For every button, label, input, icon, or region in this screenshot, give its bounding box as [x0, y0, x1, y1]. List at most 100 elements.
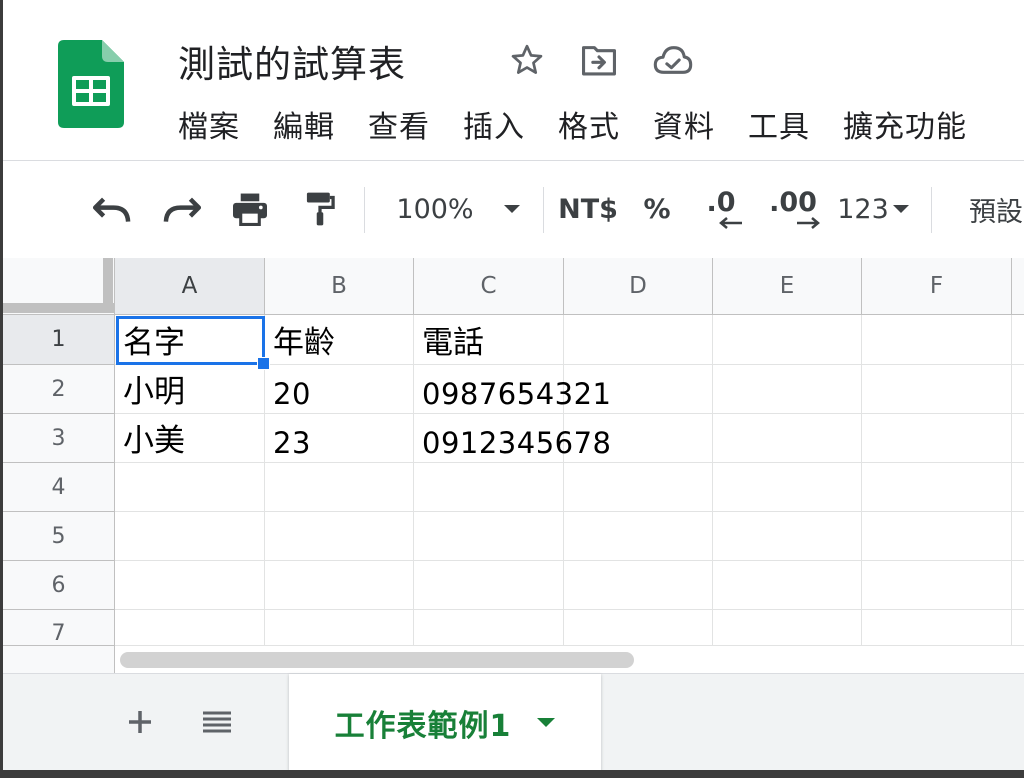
cell-g5[interactable]: [1012, 512, 1024, 561]
cell-f1[interactable]: [862, 315, 1012, 365]
cell-c2[interactable]: 0987654321: [414, 365, 611, 414]
cell-d1[interactable]: [564, 315, 713, 365]
cell-d6[interactable]: [564, 561, 713, 610]
scrollbar-gutter: [3, 645, 115, 673]
menu-format[interactable]: 格式: [558, 106, 620, 150]
cell-b3[interactable]: 23: [265, 414, 414, 463]
chevron-down-icon[interactable]: [537, 718, 556, 727]
row-header-1[interactable]: 1: [3, 315, 115, 365]
cell-c7[interactable]: [414, 610, 564, 646]
cell-e2[interactable]: [713, 365, 862, 414]
cell-g6[interactable]: [1012, 561, 1024, 610]
cell-a6[interactable]: [115, 561, 265, 610]
cell-e4[interactable]: [713, 463, 862, 512]
sheet-tab-active[interactable]: 工作表範例1: [289, 674, 601, 770]
undo-icon[interactable]: [89, 183, 135, 235]
menu-data[interactable]: 資料: [653, 106, 715, 150]
percent-format-button[interactable]: %: [639, 183, 675, 235]
zoom-select[interactable]: 100%: [383, 183, 533, 235]
cell-a2[interactable]: 小明: [115, 365, 265, 414]
row-header-3[interactable]: 3: [3, 414, 115, 463]
column-header-c[interactable]: C: [414, 258, 564, 315]
row-header-6[interactable]: 6: [3, 561, 115, 610]
cell-b7[interactable]: [265, 610, 414, 646]
cell-e5[interactable]: [713, 512, 862, 561]
cell-a1[interactable]: 名字: [115, 315, 265, 365]
column-header-b[interactable]: B: [265, 258, 414, 315]
cell-f3[interactable]: [862, 414, 1012, 463]
fill-handle[interactable]: [257, 357, 270, 370]
cell-e1[interactable]: [713, 315, 862, 365]
cell-a5[interactable]: [115, 512, 265, 561]
cell-g3[interactable]: [1012, 414, 1024, 463]
column-header-f[interactable]: F: [862, 258, 1012, 315]
menu-file[interactable]: 檔案: [178, 106, 240, 150]
cell-c6[interactable]: [414, 561, 564, 610]
redo-icon[interactable]: [159, 183, 205, 235]
currency-format-button[interactable]: NT$: [555, 183, 621, 235]
cell-c4[interactable]: [414, 463, 564, 512]
sheets-logo-icon[interactable]: [58, 40, 124, 128]
cell-e3[interactable]: [713, 414, 862, 463]
cell-f7[interactable]: [862, 610, 1012, 646]
cell-c5[interactable]: [414, 512, 564, 561]
row-header-7[interactable]: 7: [3, 610, 115, 646]
zoom-value: 100%: [396, 193, 474, 225]
cell-d3[interactable]: [564, 414, 713, 463]
menu-insert[interactable]: 插入: [463, 106, 525, 150]
cell-a4[interactable]: [115, 463, 265, 512]
font-select[interactable]: 預設: [969, 183, 1024, 235]
row-header-5[interactable]: 5: [3, 512, 115, 561]
cell-d4[interactable]: [564, 463, 713, 512]
row-header-4[interactable]: 4: [3, 463, 115, 512]
cell-d5[interactable]: [564, 512, 713, 561]
cell-e7[interactable]: [713, 610, 862, 646]
cloud-saved-icon[interactable]: [653, 40, 693, 80]
column-header-a[interactable]: A: [115, 258, 265, 315]
cell-c3[interactable]: 0912345678: [414, 414, 611, 463]
cell-g1[interactable]: [1012, 315, 1024, 365]
cell-f4[interactable]: [862, 463, 1012, 512]
cell-a7[interactable]: [115, 610, 265, 646]
all-sheets-button[interactable]: [193, 698, 241, 746]
cell-d7[interactable]: [564, 610, 713, 646]
cell-b2[interactable]: 20: [265, 365, 414, 414]
plus-icon: [129, 711, 151, 733]
add-sheet-button[interactable]: [116, 698, 164, 746]
list-icon: [203, 711, 231, 733]
column-header-e[interactable]: E: [713, 258, 862, 315]
column-header-g[interactable]: [1012, 258, 1024, 315]
menu-view[interactable]: 查看: [368, 106, 430, 150]
scrollbar-thumb[interactable]: [120, 652, 634, 668]
cell-b4[interactable]: [265, 463, 414, 512]
star-icon[interactable]: [507, 40, 547, 80]
document-title[interactable]: 測試的試算表: [178, 34, 406, 88]
increase-decimal-button[interactable]: .00: [765, 183, 821, 235]
toolbar-separator: [364, 187, 365, 233]
cell-f5[interactable]: [862, 512, 1012, 561]
freeze-row-handle[interactable]: [3, 303, 115, 313]
cell-g4[interactable]: [1012, 463, 1024, 512]
menu-extensions[interactable]: 擴充功能: [843, 106, 967, 150]
horizontal-scrollbar[interactable]: [3, 645, 1024, 673]
column-header-d[interactable]: D: [564, 258, 713, 315]
cell-e6[interactable]: [713, 561, 862, 610]
cell-f2[interactable]: [862, 365, 1012, 414]
cell-b6[interactable]: [265, 561, 414, 610]
cell-c1[interactable]: 電話: [414, 315, 564, 365]
menu-edit[interactable]: 編輯: [273, 106, 335, 150]
cell-a3[interactable]: 小美: [115, 414, 265, 463]
move-folder-icon[interactable]: [579, 40, 619, 80]
decrease-decimal-button[interactable]: .0: [695, 183, 747, 235]
cell-g7[interactable]: [1012, 610, 1024, 646]
cell-b5[interactable]: [265, 512, 414, 561]
cell-f6[interactable]: [862, 561, 1012, 610]
more-formats-select[interactable]: 123: [833, 183, 913, 235]
cell-g2[interactable]: [1012, 365, 1024, 414]
print-icon[interactable]: [227, 183, 273, 235]
menu-tools[interactable]: 工具: [748, 106, 810, 150]
cell-b1[interactable]: 年齡: [265, 315, 414, 365]
cell-d2[interactable]: [564, 365, 713, 414]
paint-format-icon[interactable]: [297, 183, 343, 235]
row-header-2[interactable]: 2: [3, 365, 115, 414]
